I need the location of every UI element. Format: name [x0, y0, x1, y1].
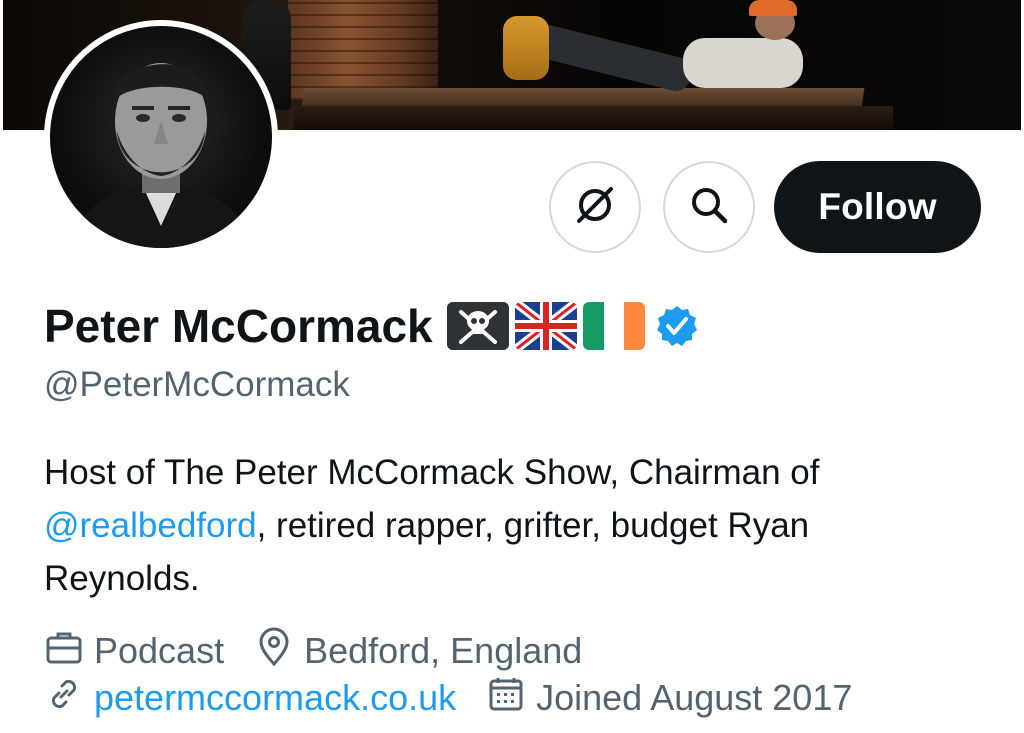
- website-link[interactable]: petermccormack.co.uk: [94, 677, 456, 719]
- category-text: Podcast: [94, 630, 225, 671]
- grok-icon: [573, 183, 617, 232]
- verified-badge-icon[interactable]: [655, 304, 699, 348]
- grok-button[interactable]: [549, 161, 641, 253]
- search-button[interactable]: [663, 161, 755, 253]
- profile-page: Follow Peter McCormack @PeterMcCormack H…: [0, 0, 1024, 733]
- banner-person-shoes: [503, 16, 549, 80]
- location-text: Bedford, England: [304, 630, 583, 671]
- display-name-row: Peter McCormack: [44, 296, 699, 356]
- avatar[interactable]: [44, 20, 278, 254]
- banner-table-front: [293, 106, 893, 130]
- profile-meta-row: Podcast Bedford, England: [44, 627, 612, 676]
- joined-text: Joined August 2017: [536, 677, 853, 718]
- location-item: Bedford, England: [254, 627, 582, 676]
- banner-person-body: [683, 38, 803, 88]
- joined-item: Joined August 2017: [486, 674, 852, 723]
- briefcase-icon: [44, 627, 94, 676]
- calendar-icon: [486, 674, 536, 723]
- bio-mention-link[interactable]: @realbedford: [44, 506, 257, 545]
- user-handle: @PeterMcCormack: [44, 365, 350, 404]
- banner-person-cap: [749, 0, 797, 16]
- link-icon: [44, 674, 94, 723]
- profile-meta-row-2: petermccormack.co.uk Joined August 2017: [44, 676, 882, 720]
- avatar-photo: [50, 26, 272, 248]
- location-pin-icon: [254, 627, 304, 676]
- profile-bio: Host of The Peter McCormack Show, Chairm…: [44, 446, 944, 605]
- category-item: Podcast: [44, 627, 224, 676]
- website-item[interactable]: petermccormack.co.uk: [44, 674, 456, 723]
- banner-table-top: [301, 88, 865, 108]
- search-icon: [688, 184, 730, 231]
- ireland-flag-icon: [582, 302, 645, 350]
- follow-button-label: Follow: [818, 186, 937, 227]
- follow-button[interactable]: Follow: [774, 161, 981, 253]
- uk-flag-icon: [514, 302, 577, 350]
- banner-brick-wall: [288, 0, 438, 100]
- pirate-flag-icon: [446, 302, 509, 350]
- bio-text-part1: Host of The Peter McCormack Show, Chairm…: [44, 453, 820, 492]
- display-name: Peter McCormack: [44, 300, 433, 352]
